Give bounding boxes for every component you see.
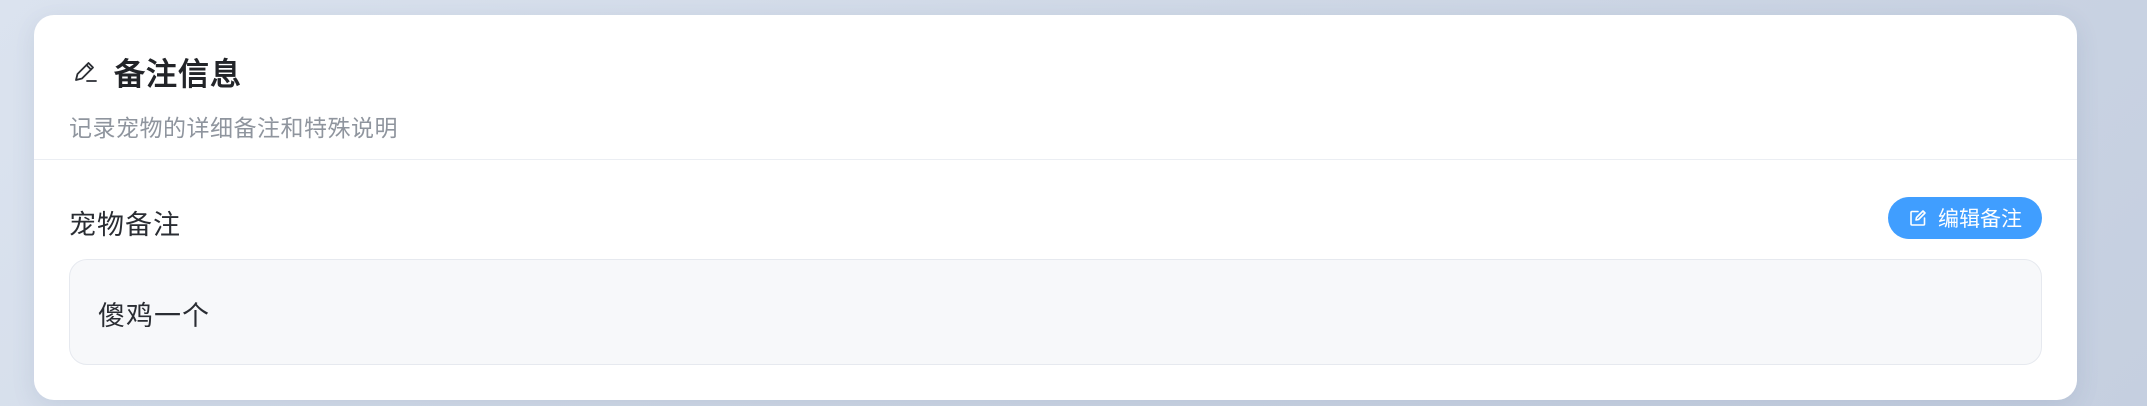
card-header: 备注信息 记录宠物的详细备注和特殊说明	[34, 15, 2077, 160]
pencil-icon	[70, 56, 100, 86]
page-subtitle: 记录宠物的详细备注和特殊说明	[69, 116, 398, 142]
notes-section-header: 宠物备注 编辑备注	[69, 195, 2042, 245]
page-title: 备注信息	[114, 56, 242, 93]
note-text: 傻鸡一个	[98, 301, 210, 332]
note-content-box: 傻鸡一个	[69, 259, 2042, 365]
edit-notes-button[interactable]: 编辑备注	[1888, 197, 2042, 239]
edit-notes-button-label: 编辑备注	[1938, 207, 2022, 231]
title-row: 备注信息	[70, 49, 242, 93]
section-label: 宠物备注	[69, 210, 181, 241]
notes-card: 备注信息 记录宠物的详细备注和特殊说明 宠物备注 编辑备注 傻鸡一个	[34, 15, 2077, 400]
edit-icon	[1908, 208, 1928, 228]
